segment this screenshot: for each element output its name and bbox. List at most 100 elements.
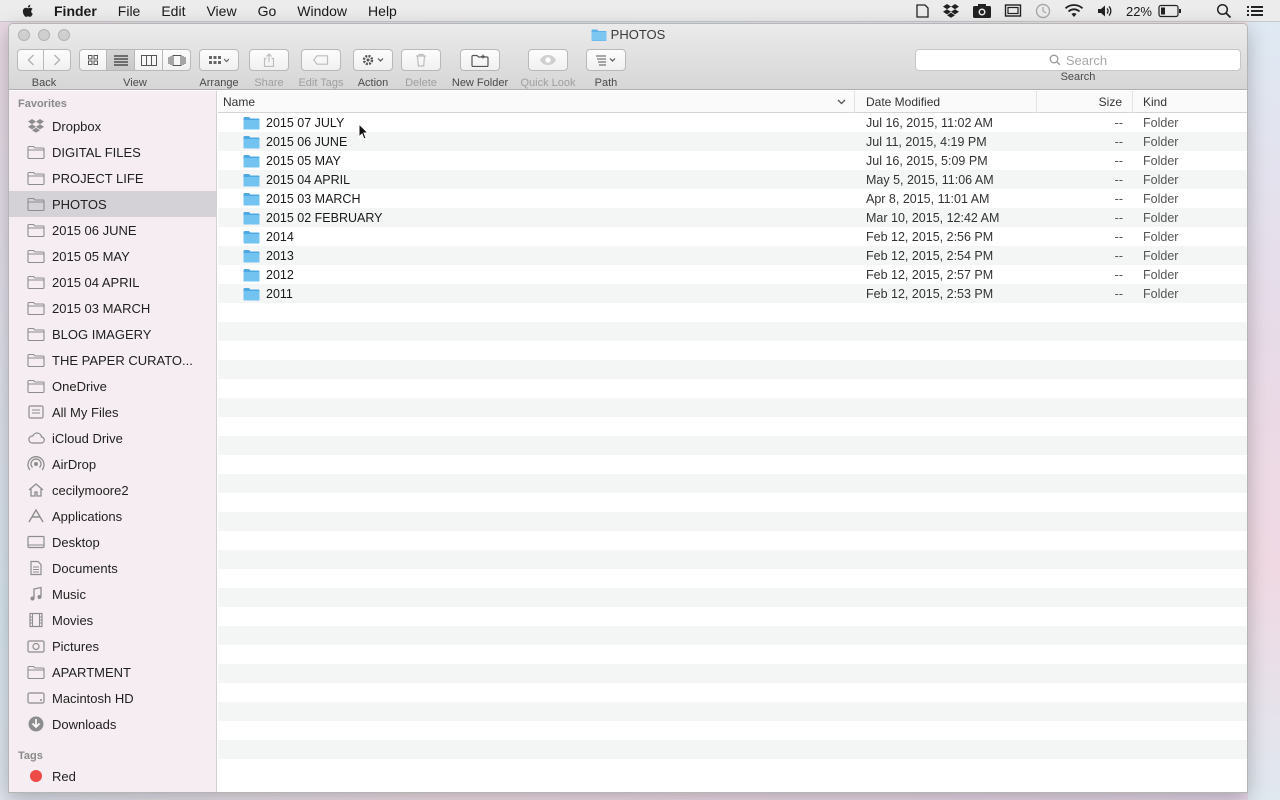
window-title: PHOTOS xyxy=(9,27,1247,42)
sidebar-item-2015-06-june[interactable]: 2015 06 JUNE xyxy=(9,217,216,243)
column-header-kind[interactable]: Kind xyxy=(1133,91,1247,113)
menu-edit[interactable]: Edit xyxy=(161,3,185,19)
sidebar-item-music[interactable]: Music xyxy=(9,581,216,607)
cover-flow-button[interactable] xyxy=(163,49,191,71)
menu-window[interactable]: Window xyxy=(297,3,347,19)
sidebar-item-downloads[interactable]: Downloads xyxy=(9,711,216,737)
sidebar-item-applications[interactable]: Applications xyxy=(9,503,216,529)
camera-icon[interactable] xyxy=(972,3,992,19)
quick-look-button[interactable] xyxy=(528,49,568,71)
column-header-size[interactable]: Size xyxy=(1037,91,1133,113)
table-row[interactable]: 2015 02 FEBRUARY Mar 10, 2015, 12:42 AM --… xyxy=(218,208,1247,227)
row-size: -- xyxy=(1114,210,1123,225)
sidebar-item-blog-imagery[interactable]: BLOG IMAGERY xyxy=(9,321,216,347)
path-button[interactable] xyxy=(586,49,626,71)
column-header-date[interactable]: Date Modified xyxy=(855,91,1037,113)
wifi-icon[interactable] xyxy=(1064,3,1084,19)
sidebar-tag-red[interactable]: Red xyxy=(9,765,216,787)
table-row[interactable]: 2013 Feb 12, 2015, 2:54 PM -- Folder xyxy=(218,246,1247,265)
sidebar-item-2015-04-april[interactable]: 2015 04 APRIL xyxy=(9,269,216,295)
sidebar-item-2015-03-march[interactable]: 2015 03 MARCH xyxy=(9,295,216,321)
forward-button[interactable] xyxy=(44,49,71,71)
sidebar-item-label: Documents xyxy=(52,560,118,576)
sidebar-item-dropbox[interactable]: Dropbox xyxy=(9,113,216,139)
table-row[interactable]: 2011 Feb 12, 2015, 2:53 PM -- Folder xyxy=(218,284,1247,303)
folder-icon xyxy=(591,29,607,41)
table-row[interactable]: 2014 Feb 12, 2015, 2:56 PM -- Folder xyxy=(218,227,1247,246)
table-row[interactable]: 2015 06 JUNE Jul 11, 2015, 4:19 PM -- Folde… xyxy=(218,132,1247,151)
dropbox-status-icon[interactable] xyxy=(942,3,960,19)
sidebar-item-photos[interactable]: PHOTOS xyxy=(9,191,216,217)
row-size: -- xyxy=(1114,286,1123,301)
delete-label: Delete xyxy=(405,77,437,89)
menu-file[interactable]: File xyxy=(118,3,141,19)
sidebar-item-cecilymoore2[interactable]: cecilymoore2 xyxy=(9,477,216,503)
sidebar-item-project-life[interactable]: PROJECT LIFE xyxy=(9,165,216,191)
new-folder-button[interactable] xyxy=(460,49,500,71)
sidebar-item-2015-05-may[interactable]: 2015 05 MAY xyxy=(9,243,216,269)
icon-view-button[interactable] xyxy=(79,49,107,71)
delete-button[interactable] xyxy=(401,49,441,71)
table-row[interactable]: 2015 04 APRIL May 5, 2015, 11:06 AM -- Fold… xyxy=(218,170,1247,189)
sidebar-item-apartment[interactable]: APARTMENT xyxy=(9,659,216,685)
dropbox-icon xyxy=(26,118,46,134)
table-row[interactable]: 2015 03 MARCH Apr 8, 2015, 11:01 AM -- Fold… xyxy=(218,189,1247,208)
notification-center-icon[interactable] xyxy=(1246,3,1264,19)
sidebar-item-movies[interactable]: Movies xyxy=(9,607,216,633)
column-view-button[interactable] xyxy=(135,49,163,71)
sidebar-item-desktop[interactable]: Desktop xyxy=(9,529,216,555)
eye-icon xyxy=(540,55,556,65)
arrange-button[interactable] xyxy=(199,49,239,71)
share-button[interactable] xyxy=(249,49,289,71)
view-group: View xyxy=(79,49,191,89)
empty-row xyxy=(218,417,1247,436)
row-name: 2011 xyxy=(266,286,293,301)
sidebar-item-the-paper-curato[interactable]: THE PAPER CURATO... xyxy=(9,347,216,373)
folder-icon xyxy=(26,326,46,342)
spotlight-icon[interactable] xyxy=(1216,3,1232,19)
sidebar-item-label: THE PAPER CURATO... xyxy=(52,352,193,368)
empty-row xyxy=(218,455,1247,474)
sidebar-item-all-my-files[interactable]: All My Files xyxy=(9,399,216,425)
volume-icon[interactable] xyxy=(1096,3,1114,19)
action-button[interactable] xyxy=(353,49,393,71)
empty-row xyxy=(218,474,1247,493)
row-date: Feb 12, 2015, 2:53 PM xyxy=(866,286,994,301)
menu-finder[interactable]: Finder xyxy=(54,3,97,19)
sidebar-item-documents[interactable]: Documents xyxy=(9,555,216,581)
folder-icon xyxy=(26,144,46,160)
sidebar-item-airdrop[interactable]: AirDrop xyxy=(9,451,216,477)
back-label: Back xyxy=(31,77,57,89)
sidebar-item-icloud-drive[interactable]: iCloud Drive xyxy=(9,425,216,451)
menu-help[interactable]: Help xyxy=(368,3,397,19)
favorites-header: Favorites xyxy=(18,98,67,110)
menu-view[interactable]: View xyxy=(206,3,236,19)
search-input[interactable]: Search xyxy=(915,49,1241,71)
table-row[interactable]: 2012 Feb 12, 2015, 2:57 PM -- Folder xyxy=(218,265,1247,284)
column-size-label: Size xyxy=(1098,94,1122,109)
title-bar: PHOTOS Back View Arrange Share Edit Tags… xyxy=(9,24,1247,90)
documents-icon xyxy=(26,560,46,576)
apple-menu-icon[interactable] xyxy=(20,3,36,19)
sidebar-item-onedrive[interactable]: OneDrive xyxy=(9,373,216,399)
table-row[interactable]: 2015 07 JULY Jul 16, 2015, 11:02 AM -- Fold… xyxy=(218,113,1247,132)
disk-icon xyxy=(26,690,46,706)
trash-icon xyxy=(416,53,426,67)
sidebar-item-macintosh-hd[interactable]: Macintosh HD xyxy=(9,685,216,711)
row-size: -- xyxy=(1114,115,1123,130)
menu-bar: Finder File Edit View Go Window Help 22% xyxy=(0,0,1280,22)
sidebar-item-digital-files[interactable]: DIGITAL FILES xyxy=(9,139,216,165)
battery-icon[interactable] xyxy=(1158,4,1182,18)
airplay-mirror-icon[interactable] xyxy=(1004,3,1022,19)
edit-tags-button[interactable] xyxy=(301,49,341,71)
sidebar-item-label: AirDrop xyxy=(52,456,97,472)
evernote-icon[interactable] xyxy=(914,3,930,19)
list-view-button[interactable] xyxy=(107,49,135,71)
menu-go[interactable]: Go xyxy=(258,3,277,19)
column-header-name[interactable]: Name xyxy=(218,91,855,113)
sidebar-item-pictures[interactable]: Pictures xyxy=(9,633,216,659)
battery-percent: 22% xyxy=(1125,3,1152,19)
time-machine-icon[interactable] xyxy=(1034,3,1052,19)
back-button[interactable] xyxy=(17,49,45,71)
table-row[interactable]: 2015 05 MAY Jul 16, 2015, 5:09 PM -- Folder xyxy=(218,151,1247,170)
